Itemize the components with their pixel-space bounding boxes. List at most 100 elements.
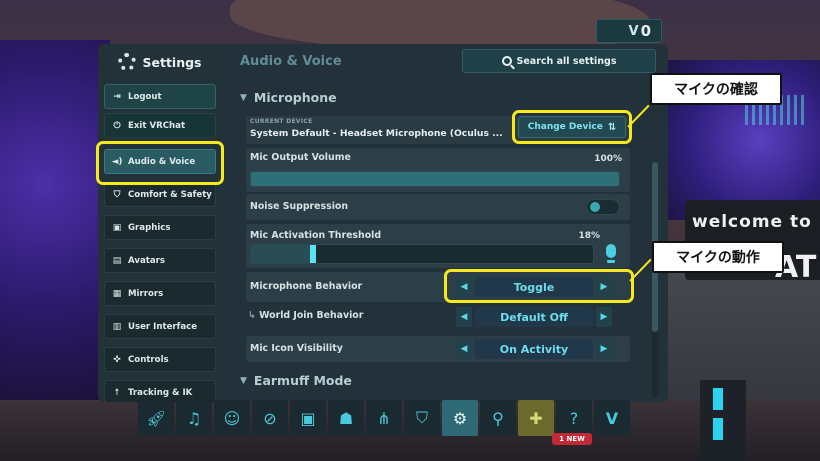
sidebar-item-label: Controls: [128, 354, 169, 365]
sidebar-item-label: Tracking & IK: [128, 387, 193, 398]
sub-setting-arrow-icon: ↳: [248, 310, 260, 321]
group-icon: ☗: [338, 408, 354, 428]
shield-icon: ⛉: [113, 189, 121, 200]
sidebar-item-logout[interactable]: ⇥ Logout: [104, 84, 216, 109]
section-title: Microphone: [253, 90, 337, 105]
chat-button[interactable]: ✚: [518, 400, 554, 436]
microphone-icon: [606, 244, 616, 263]
safety-button[interactable]: ⛉: [404, 400, 440, 436]
chat-icon: ✚: [529, 408, 543, 428]
chevron-right-icon[interactable]: ▶: [596, 339, 612, 359]
social-icon: ☺: [223, 408, 241, 428]
mic-activation-threshold-value: 18%: [578, 231, 600, 241]
sidebar-item-graphics[interactable]: ▣ Graphics: [104, 215, 216, 240]
shield-icon: ⛉: [415, 408, 428, 427]
mic-icon-visibility-value: On Activity: [475, 339, 593, 359]
avatars-button[interactable]: ▣: [290, 400, 326, 436]
search-button[interactable]: ⚲: [480, 400, 516, 436]
notifications-button[interactable]: ♫: [176, 400, 212, 436]
power-icon: ⏻: [113, 120, 121, 131]
sidebar-item-label: Mirrors: [128, 288, 164, 299]
chevron-left-icon[interactable]: ◀: [456, 307, 472, 327]
highlight-change-device: [512, 110, 632, 144]
world-join-behavior-label: ↳ World Join Behavior: [248, 310, 363, 321]
chevron-right-icon[interactable]: ▶: [596, 307, 612, 327]
page-title: Audio & Voice: [240, 54, 342, 69]
sidebar-item-avatars[interactable]: ▤ Avatars: [104, 248, 216, 273]
gamepad-icon: ✜: [113, 354, 121, 365]
chevron-left-icon[interactable]: ◀: [456, 339, 472, 359]
social-button[interactable]: ☺: [214, 400, 250, 436]
network-icon: ⋔: [377, 408, 391, 428]
rocket-icon: 🚀︎: [145, 408, 167, 428]
callout-mic-check: マイクの確認: [650, 73, 782, 105]
welcome-text: welcome to: [692, 212, 812, 232]
mic-activation-threshold-label: Mic Activation Threshold: [250, 230, 382, 241]
mirror-icon: ▦: [112, 288, 122, 299]
mic-icon-visibility-selector: ◀ On Activity ▶: [456, 339, 612, 359]
current-device-caption: CURRENT DEVICE: [250, 118, 313, 125]
gear-icon: [118, 53, 137, 71]
ui-icon: ▥: [112, 321, 122, 332]
world-join-behavior-selector: ◀ Default Off ▶: [456, 307, 612, 327]
current-device-name: System Default - Headset Microphone (Ocu…: [250, 128, 503, 139]
new-notification-badge: 1 NEW: [552, 433, 592, 445]
avatar-icon: ▤: [112, 255, 122, 266]
launchpad-button[interactable]: 🚀︎: [138, 400, 174, 436]
sidebar-item-comfort-safety[interactable]: ⛉ Comfort & Safety: [104, 182, 216, 207]
mic-icon-visibility-label: Mic Icon Visibility: [250, 343, 343, 354]
mic-activation-threshold-slider[interactable]: [250, 244, 594, 264]
sidebar-item-mirrors[interactable]: ▦ Mirrors: [104, 281, 216, 306]
settings-main-panel: Audio & Voice Search all settings ▼ Micr…: [222, 44, 668, 402]
vrchat-logo-icon: V: [605, 408, 619, 428]
vrchat-credit-icon: V: [628, 23, 639, 39]
mic-output-volume-label: Mic Output Volume: [250, 152, 351, 163]
world-join-behavior-value: Default Off: [475, 307, 593, 327]
planet-icon: ⊘: [263, 408, 277, 428]
logout-icon: ⇥: [113, 91, 121, 102]
mic-threshold-handle[interactable]: [309, 245, 316, 263]
settings-title: Settings: [98, 44, 222, 80]
search-all-settings-button[interactable]: Search all settings: [462, 49, 656, 73]
groups-button[interactable]: ☗: [328, 400, 364, 436]
worlds-button[interactable]: ⊘: [252, 400, 288, 436]
help-button[interactable]: ?: [556, 400, 592, 436]
credit-amount: 0: [640, 22, 651, 40]
mic-output-volume-slider[interactable]: [250, 171, 620, 187]
vrc-credits-badge[interactable]: V 0: [596, 19, 662, 43]
figure-icon: ☨: [114, 387, 120, 398]
search-button-label: Search all settings: [516, 55, 617, 67]
mic-output-volume-value: 100%: [594, 154, 622, 164]
microphone-behavior-label: Microphone Behavior: [250, 281, 363, 292]
purple-structure-left: [0, 40, 110, 400]
noise-suppression-label: Noise Suppression: [250, 201, 349, 212]
mic-activation-threshold-row: Mic Activation Threshold 18%: [246, 224, 630, 268]
noise-suppression-toggle[interactable]: [586, 199, 620, 215]
sidebar-item-exit-vrchat[interactable]: ⏻ Exit VRChat: [104, 113, 216, 138]
section-earmuff-header[interactable]: ▼ Earmuff Mode: [240, 373, 352, 388]
avatar-book-icon: ▣: [300, 408, 316, 428]
sidebar-item-label: User Interface: [128, 321, 198, 332]
sidebar-item-label: Comfort & Safety: [128, 189, 212, 200]
sidebar-item-controls[interactable]: ✜ Controls: [104, 347, 216, 372]
chevron-down-icon: ▼: [240, 92, 247, 103]
world-join-behavior-text: World Join Behavior: [259, 310, 364, 321]
settings-sidebar: Settings ⇥ Logout ⏻ Exit VRChat ◄) Audio…: [98, 44, 222, 402]
sidebar-item-user-interface[interactable]: ▥ User Interface: [104, 314, 216, 339]
section-microphone-header[interactable]: ▼ Microphone: [240, 90, 337, 105]
light-pillar: [700, 380, 746, 461]
mic-output-volume-fill: [251, 172, 619, 186]
network-button[interactable]: ⋔: [366, 400, 402, 436]
settings-title-label: Settings: [142, 54, 202, 70]
vrchat-plus-button[interactable]: V: [594, 400, 630, 436]
sidebar-item-tracking-ik[interactable]: ☨ Tracking & IK: [104, 380, 216, 402]
mic-output-volume-row: Mic Output Volume 100%: [246, 148, 630, 192]
settings-gear-icon: ⚙: [452, 408, 468, 428]
highlight-audio-voice: [96, 141, 224, 185]
sidebar-item-label: Avatars: [128, 255, 166, 266]
search-icon: ⚲: [492, 408, 504, 428]
world-join-behavior-row: ↳ World Join Behavior ◀ Default Off ▶: [246, 306, 630, 328]
settings-button[interactable]: ⚙: [442, 400, 478, 436]
help-icon: ?: [569, 408, 579, 428]
callout-mic-behavior: マイクの動作: [652, 241, 784, 273]
